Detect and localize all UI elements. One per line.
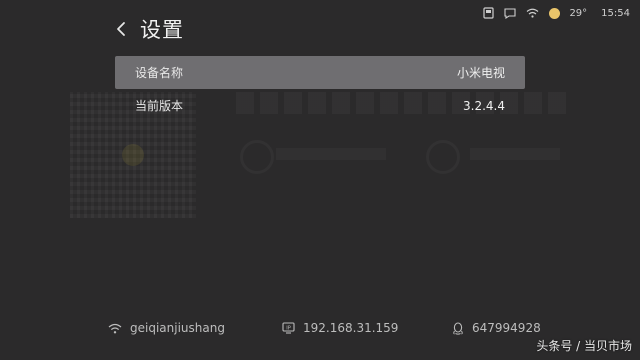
chevron-left-icon [117, 22, 125, 36]
settings-row-current-version[interactable]: 当前版本 3.2.4.4 [115, 89, 525, 122]
back-button[interactable] [112, 16, 130, 42]
wifi-icon [108, 323, 122, 333]
qq-number: 647994928 [472, 321, 541, 335]
settings-row-value: 小米电视 [456, 66, 505, 80]
settings-row-device-name[interactable]: 设备名称 小米电视 [115, 56, 525, 89]
settings-list: 设备名称 小米电视 当前版本 3.2.4.4 [115, 56, 525, 122]
ip-address-icon: IP [282, 322, 295, 334]
ip-address: 192.168.31.159 [303, 321, 399, 335]
chat-icon [503, 6, 517, 20]
clock-time: 15:54 [601, 7, 630, 19]
footer-ip: IP 192.168.31.159 [282, 318, 398, 338]
page-title: 设置 [140, 18, 184, 42]
background-logo-ghost [240, 140, 274, 174]
storage-icon [481, 6, 495, 20]
footer-wifi: geiqianjiushang [108, 318, 225, 338]
footer-qq: 647994928 [452, 318, 541, 338]
temperature: 29° [569, 7, 588, 19]
weather-sun-icon [547, 6, 561, 20]
page-header: 设置 [112, 14, 184, 44]
network-info-footer: geiqianjiushang IP 192.168.31.159 647994… [108, 318, 568, 338]
settings-screen: 29° 15:54 设置 设备名称 小米电视 当前版本 3.2.4.4 geiq… [0, 0, 640, 360]
settings-row-value: 3.2.4.4 [463, 98, 505, 113]
settings-row-label: 设备名称 [135, 66, 184, 80]
qq-icon [453, 321, 463, 335]
settings-row-label: 当前版本 [135, 99, 184, 113]
watermark: 头条号 / 当贝市场 [536, 339, 632, 353]
svg-text:IP: IP [286, 325, 291, 331]
background-logo-ghost [426, 140, 460, 174]
status-bar: 29° 15:54 [481, 4, 630, 22]
background-bar-ghost [470, 148, 560, 160]
wifi-name: geiqianjiushang [130, 321, 225, 335]
wifi-icon [525, 6, 539, 20]
background-bar-ghost [276, 148, 386, 160]
